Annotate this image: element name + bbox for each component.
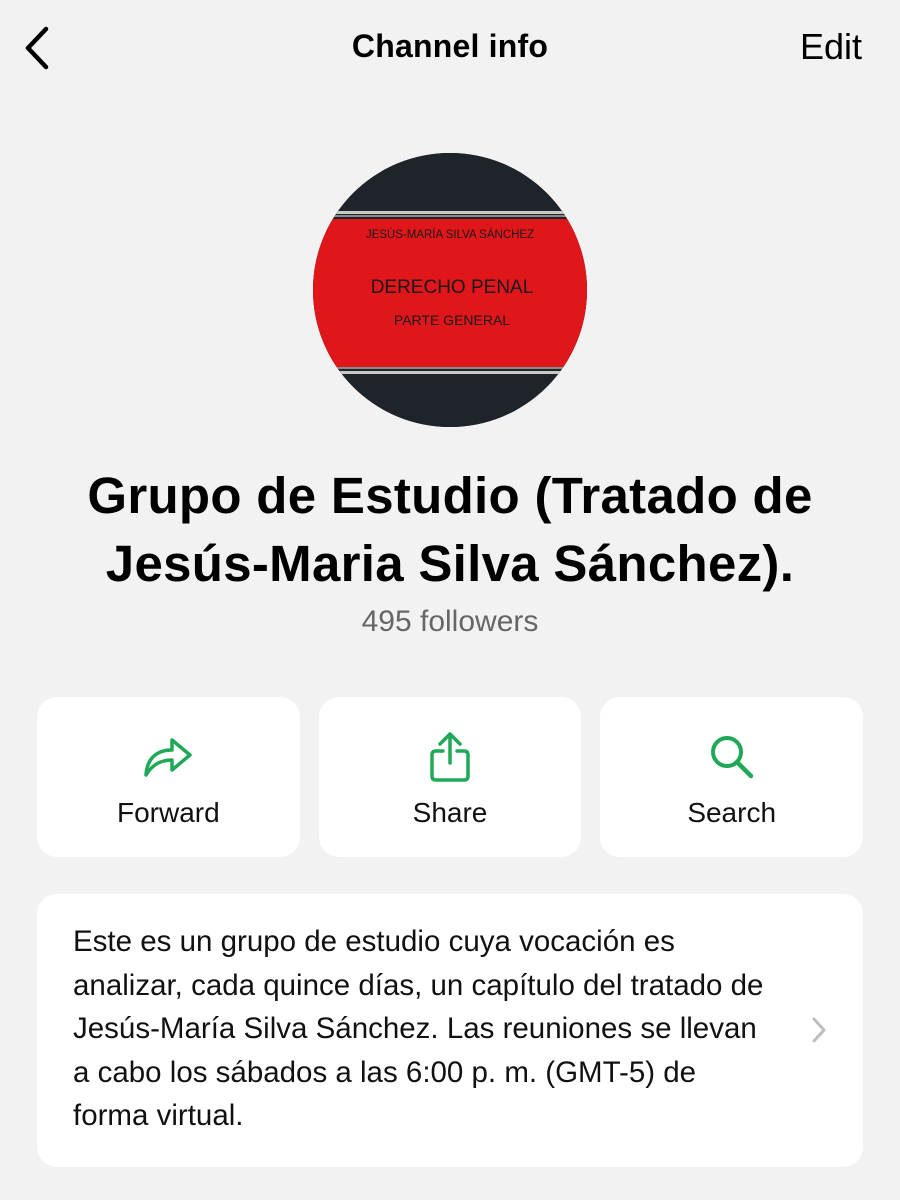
- search-icon: [710, 736, 753, 779]
- channel-description: Este es un grupo de estudio cuya vocació…: [73, 925, 764, 1132]
- channel-info-screen: Channel info Edit JESÚS-MARÍA SILVA SÁNC…: [0, 0, 900, 1200]
- forward-arrow-icon: [144, 738, 193, 777]
- avatar-book-title: DERECHO PENAL: [371, 277, 534, 298]
- forward-label: Forward: [116, 797, 220, 828]
- page-title: Channel info: [351, 28, 549, 64]
- forward-button[interactable]: Forward: [37, 697, 300, 857]
- edit-button[interactable]: Edit: [800, 26, 862, 68]
- avatar-author-text: JESÚS-MARÍA SILVA SÁNCHEZ: [366, 228, 534, 241]
- navigation-bar: Channel info Edit: [0, 0, 900, 100]
- channel-name: Grupo de Estudio (Tratado de Jesús-Maria…: [87, 467, 813, 592]
- share-icon: [430, 732, 470, 782]
- share-label: Share: [412, 797, 488, 828]
- chevron-right-icon: [812, 1017, 826, 1043]
- followers-count: 495 followers: [361, 605, 539, 638]
- channel-avatar[interactable]: JESÚS-MARÍA SILVA SÁNCHEZ DERECHO PENAL …: [313, 153, 587, 427]
- search-button[interactable]: Search: [600, 697, 864, 857]
- description-card[interactable]: Este es un grupo de estudio cuya vocació…: [37, 894, 863, 1167]
- search-label: Search: [687, 797, 777, 828]
- avatar-book-subtitle: PARTE GENERAL: [394, 312, 510, 328]
- action-buttons: Forward Share Search: [37, 697, 864, 857]
- share-button[interactable]: Share: [318, 697, 582, 857]
